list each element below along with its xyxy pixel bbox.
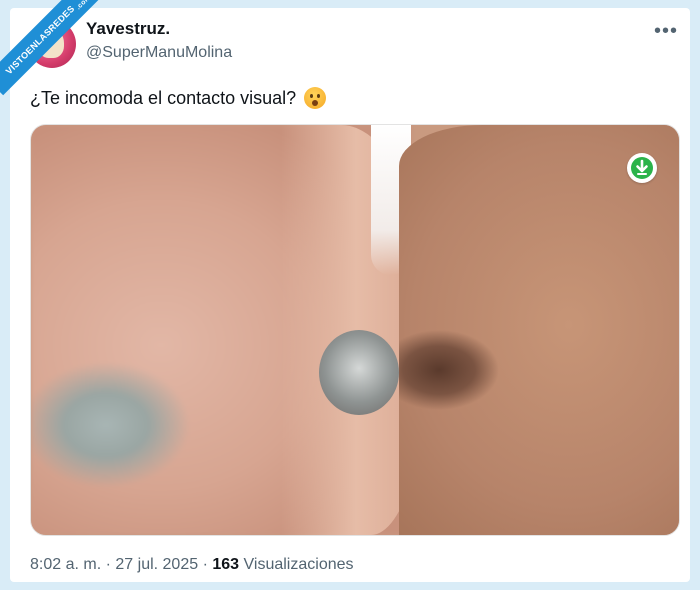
astonished-face-emoji: [304, 87, 327, 109]
post-text-content: ¿Te incomoda el contacto visual?: [30, 87, 297, 108]
post-time[interactable]: 8:02 a. m.: [30, 556, 101, 573]
post-text: ¿Te incomoda el contacto visual?: [30, 87, 327, 109]
image-face-right: [399, 125, 679, 535]
more-options-icon[interactable]: •••: [654, 20, 678, 43]
post-date[interactable]: 27 jul. 2025: [115, 556, 198, 573]
post-meta: 8:02 a. m. · 27 jul. 2025 · 163 Visualiz…: [30, 556, 354, 574]
views-count: 163: [212, 556, 240, 573]
download-icon: [631, 157, 653, 179]
author-name[interactable]: Yavestruz.: [86, 19, 170, 39]
download-button[interactable]: [627, 153, 657, 183]
meta-separator: ·: [202, 556, 208, 573]
views-label: Visualizaciones: [243, 556, 354, 573]
author-handle[interactable]: @SuperManuMolina: [86, 44, 232, 62]
post-image[interactable]: [30, 124, 680, 536]
meta-separator: ·: [105, 556, 111, 573]
image-eye-detail: [319, 330, 399, 415]
